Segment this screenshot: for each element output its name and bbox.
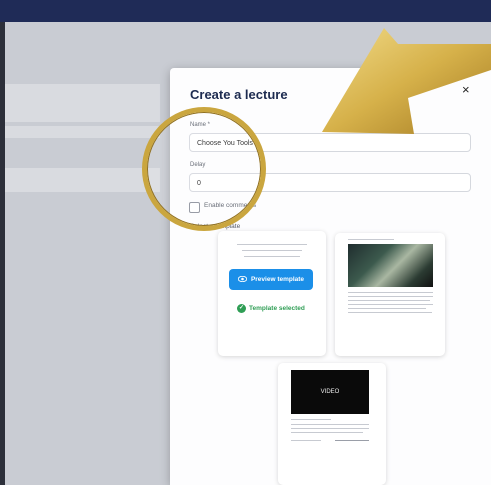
arrow-pointer-icon: [322, 28, 491, 134]
